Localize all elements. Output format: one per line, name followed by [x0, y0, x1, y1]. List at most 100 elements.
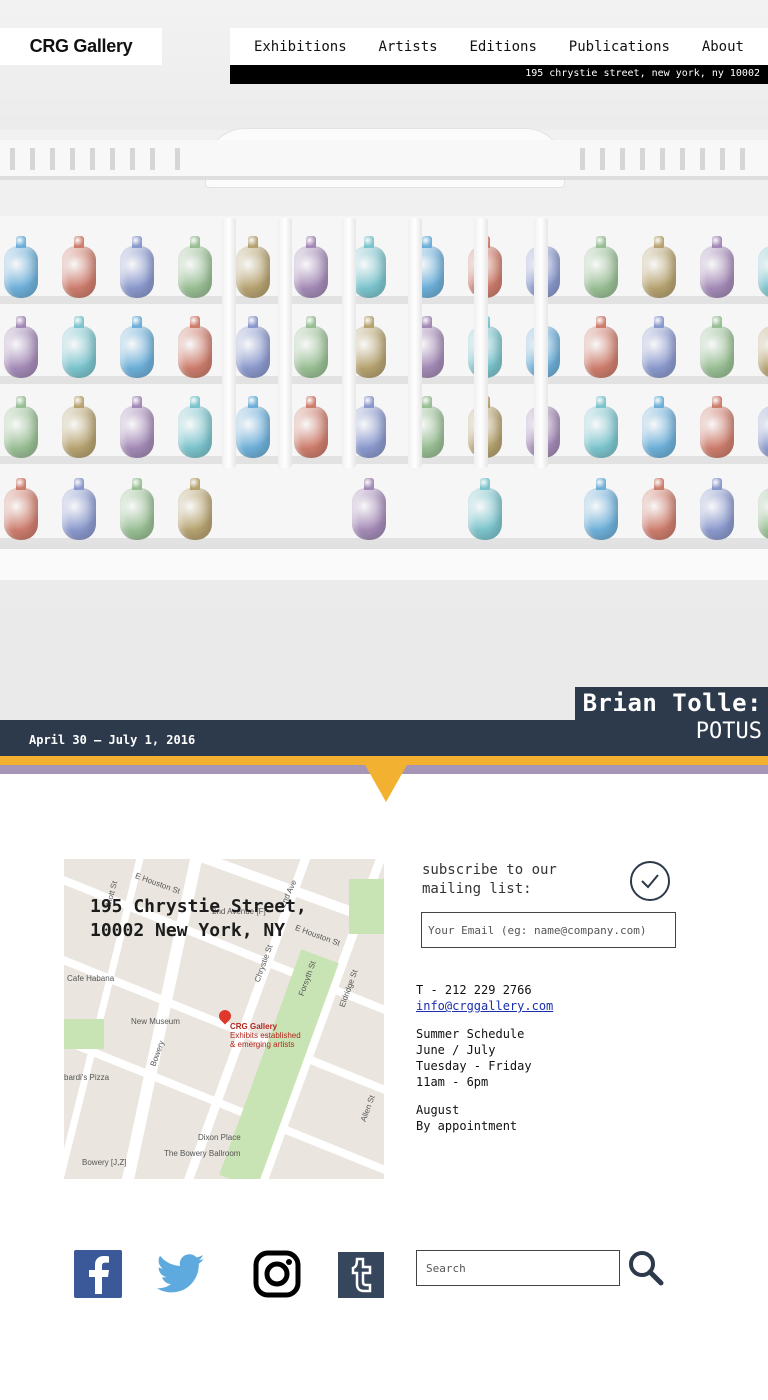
- pin-desc-1: Exhibits established: [230, 1031, 301, 1040]
- checkmark-icon: [641, 874, 659, 889]
- schedule-months: June / July: [416, 1043, 496, 1057]
- bottle: [352, 236, 386, 298]
- twitter-glyph: [157, 1254, 205, 1293]
- column: [534, 218, 548, 468]
- bottle: [236, 236, 270, 298]
- bottle: [62, 236, 96, 298]
- map-label: Bowery [J,Z]: [82, 1158, 127, 1167]
- nav-about[interactable]: About: [702, 39, 744, 55]
- nav-editions[interactable]: Editions: [469, 39, 536, 55]
- map-label: The Bowery Ballroom: [164, 1149, 241, 1158]
- bottle: [4, 316, 38, 378]
- column: [474, 218, 488, 468]
- search-icon[interactable]: [628, 1250, 664, 1286]
- balustrade-post: [150, 148, 155, 170]
- instagram-glyph: [253, 1250, 301, 1298]
- bottle: [758, 326, 768, 378]
- bottle: [62, 478, 96, 540]
- exhibition-title[interactable]: Brian Tolle: POTUS: [574, 687, 768, 747]
- bottle: [236, 316, 270, 378]
- facebook-icon[interactable]: [74, 1250, 122, 1298]
- bottle: [62, 316, 96, 378]
- bottle: [120, 316, 154, 378]
- balustrade-post: [640, 148, 645, 170]
- balustrade-post: [90, 148, 95, 170]
- bottle: [700, 478, 734, 540]
- bottle: [642, 478, 676, 540]
- balustrade-post: [620, 148, 625, 170]
- bottle: [178, 478, 212, 540]
- phone-number: T - 212 229 2766: [416, 983, 532, 997]
- contact-info: T - 212 229 2766 info@crggallery.com Sum…: [416, 982, 553, 1134]
- bottle: [178, 316, 212, 378]
- bottle: [584, 478, 618, 540]
- email-field[interactable]: [421, 912, 676, 948]
- balustrade-post: [110, 148, 115, 170]
- main-nav: Exhibitions Artists Editions Publication…: [230, 28, 768, 65]
- balustrade-post: [600, 148, 605, 170]
- bottle: [758, 488, 768, 540]
- nav-publications[interactable]: Publications: [569, 39, 670, 55]
- artist-name[interactable]: Brian Tolle:: [583, 689, 762, 717]
- balustrade-post: [660, 148, 665, 170]
- twitter-icon[interactable]: [157, 1250, 205, 1298]
- header-address: 195 chrystie street, new york, ny 10002: [230, 65, 768, 84]
- logo[interactable]: CRG Gallery: [30, 36, 133, 57]
- balustrade-post: [10, 148, 15, 170]
- bottle: [642, 236, 676, 298]
- logo-container[interactable]: CRG Gallery: [0, 28, 162, 65]
- column: [342, 218, 356, 468]
- facebook-glyph: [89, 1256, 109, 1294]
- balustrade-post: [70, 148, 75, 170]
- bottle: [758, 406, 768, 458]
- bottle: [642, 396, 676, 458]
- bottle: [700, 236, 734, 298]
- subscribe-label: subscribe to our mailing list:: [422, 862, 557, 897]
- search-glyph: [629, 1251, 664, 1286]
- subscribe-submit-button[interactable]: [630, 861, 670, 901]
- map-label: bardi's Pizza: [64, 1073, 110, 1082]
- email-link[interactable]: info@crggallery.com: [416, 999, 553, 1013]
- balustrade-post: [130, 148, 135, 170]
- search-input[interactable]: [416, 1250, 620, 1286]
- bottle: [700, 396, 734, 458]
- bottle: [178, 236, 212, 298]
- tumblr-icon[interactable]: [338, 1252, 384, 1298]
- tumblr-glyph: [351, 1257, 372, 1293]
- balustrade-post: [700, 148, 705, 170]
- schedule-days: Tuesday - Friday: [416, 1059, 532, 1073]
- august-note: By appointment: [416, 1119, 518, 1133]
- map-park: [64, 1019, 104, 1049]
- bottle: [4, 478, 38, 540]
- map-address: 195 Chrystie Street, 10002 New York, NY: [90, 895, 307, 943]
- nav-artists[interactable]: Artists: [379, 39, 438, 55]
- nav-exhibitions[interactable]: Exhibitions: [254, 39, 347, 55]
- bottle: [584, 316, 618, 378]
- schedule-hours: 11am - 6pm: [416, 1075, 489, 1089]
- map-label: E Houston St: [133, 871, 182, 896]
- instagram-icon[interactable]: [253, 1250, 301, 1298]
- bottle: [178, 396, 212, 458]
- bottle: [468, 478, 502, 540]
- balustrade-post: [50, 148, 55, 170]
- bottle: [4, 236, 38, 298]
- exhibition-dates: April 30 — July 1, 2016: [29, 733, 196, 747]
- bottle: [120, 396, 154, 458]
- bottle: [584, 396, 618, 458]
- map-pin-label: CRG Gallery Exhibits established & emerg…: [230, 1022, 301, 1049]
- map-label: New Museum: [131, 1017, 180, 1026]
- bottle: [120, 236, 154, 298]
- show-name[interactable]: POTUS: [583, 717, 762, 747]
- pin-desc-2: & emerging artists: [230, 1040, 295, 1049]
- bottle: [4, 396, 38, 458]
- address-line-2: 10002 New York, NY: [90, 920, 286, 941]
- bottle-cabinet: [0, 128, 768, 588]
- bottle: [352, 396, 386, 458]
- bottle: [758, 246, 768, 298]
- bottle: [236, 396, 270, 458]
- cabinet-balustrade: [0, 140, 768, 180]
- bottle: [294, 316, 328, 378]
- bottle: [62, 396, 96, 458]
